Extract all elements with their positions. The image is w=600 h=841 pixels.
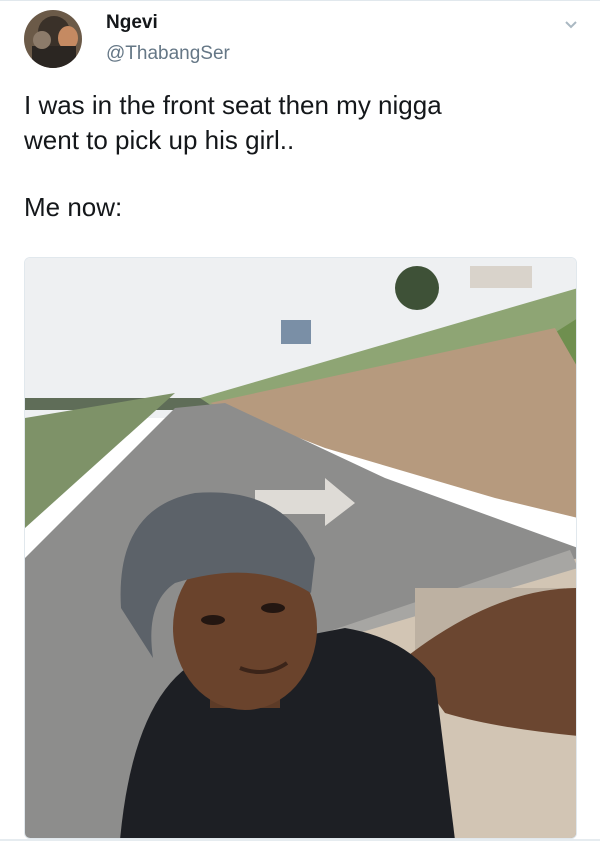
avatar-photo: [24, 10, 82, 68]
tweet-text: I was in the front seat then my nigga we…: [24, 88, 584, 225]
chevron-down-icon[interactable]: [562, 18, 580, 32]
user-handle[interactable]: @ThabangSer: [106, 43, 230, 65]
selfie-photo: [25, 258, 576, 838]
avatar[interactable]: [24, 10, 82, 68]
display-name[interactable]: Ngevi: [106, 12, 158, 34]
tweet-photo[interactable]: [24, 257, 577, 839]
tweet-text-line: went to pick up his girl..: [24, 125, 295, 155]
top-divider: [0, 0, 600, 1]
tweet-text-line: I was in the front seat then my nigga: [24, 90, 442, 120]
tweet-text-line: Me now:: [24, 192, 123, 222]
